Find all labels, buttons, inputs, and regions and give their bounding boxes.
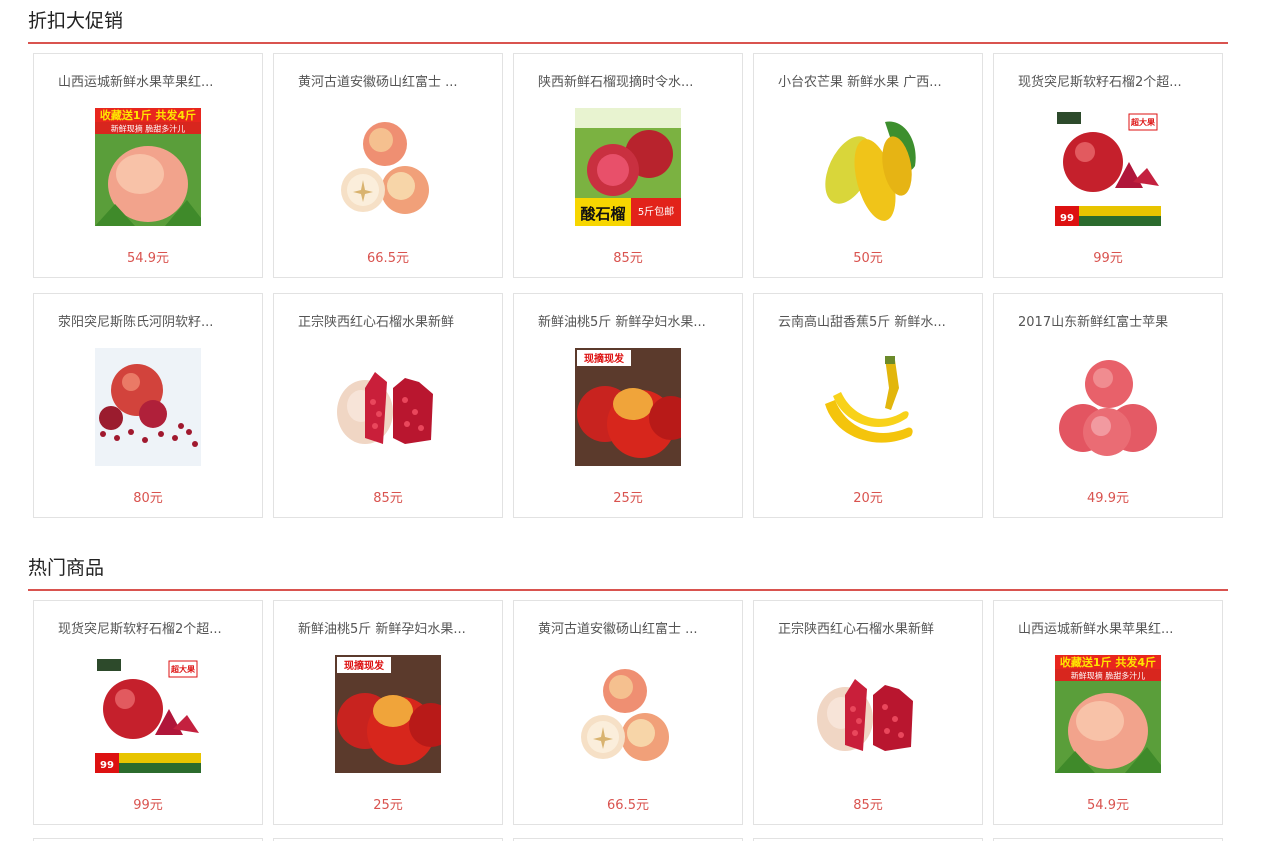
product-price: 80元: [133, 491, 163, 506]
product-price: 49.9元: [1087, 491, 1129, 506]
product-image[interactable]: [575, 655, 681, 773]
svg-text:酸石榴: 酸石榴: [580, 205, 625, 223]
svg-text:99: 99: [100, 760, 114, 771]
svg-text:99: 99: [1060, 213, 1074, 224]
product-price: 99元: [133, 798, 163, 813]
product-name[interactable]: 现货突尼斯软籽石榴2个超...: [1018, 71, 1208, 90]
product-image[interactable]: [335, 108, 441, 226]
product-card[interactable]: 陕西新鲜石榴现摘时令水... 酸石榴 5斤包邮 85元: [513, 53, 743, 278]
product-image[interactable]: 超大果 99: [1055, 108, 1161, 226]
svg-text:新鲜现摘 脆甜多汁儿: 新鲜现摘 脆甜多汁儿: [1071, 671, 1146, 681]
product-image[interactable]: 酸石榴 5斤包邮: [575, 108, 681, 226]
svg-text:现摘现发: 现摘现发: [584, 352, 625, 365]
product-card[interactable]: 正宗陕西红心石榴水果新鲜 85元: [753, 600, 983, 825]
product-card[interactable]: 小台农芒果 新鲜水果 广西... 50元: [753, 53, 983, 278]
product-name[interactable]: 2017山东新鲜红富士苹果: [1018, 311, 1208, 330]
discount-section: 折扣大促销: [28, 0, 1228, 44]
product-image[interactable]: 现摘现发: [335, 655, 441, 773]
product-image[interactable]: [1055, 348, 1161, 466]
product-name[interactable]: 现货突尼斯软籽石榴2个超...: [58, 618, 248, 637]
product-name[interactable]: 新鲜油桃5斤 新鲜孕妇水果...: [298, 618, 488, 637]
hot-section-header: 热门商品: [28, 547, 1228, 591]
product-card[interactable]: 荥阳突尼斯陈氏河阴软籽... 80元: [33, 293, 263, 518]
svg-text:超大果: 超大果: [170, 664, 195, 674]
product-name[interactable]: 正宗陕西红心石榴水果新鲜: [298, 311, 488, 330]
product-price: 66.5元: [367, 251, 409, 266]
section-title: 热门商品: [28, 557, 105, 579]
product-price: 25元: [613, 491, 643, 506]
product-name[interactable]: 黄河古道安徽砀山红富士 ...: [298, 71, 488, 90]
product-image[interactable]: [95, 348, 201, 466]
product-card[interactable]: 黄河古道安徽砀山红富士 ... 66.5元: [273, 53, 503, 278]
product-card[interactable]: 2017山东新鲜红富士苹果 49.9元: [993, 293, 1223, 518]
product-card[interactable]: 山西运城新鲜水果苹果红... 收藏送1斤 共发4斤 新鲜现摘 脆甜多汁儿 54.…: [993, 600, 1223, 825]
svg-text:收藏送1斤 共发4斤: 收藏送1斤 共发4斤: [1060, 655, 1156, 669]
product-card[interactable]: 山西运城新鲜水果苹果红... 收藏送1斤 共发4斤 新鲜现摘 脆甜多汁儿 54.…: [33, 53, 263, 278]
product-name[interactable]: 黄河古道安徽砀山红富士 ...: [538, 618, 728, 637]
product-image[interactable]: 收藏送1斤 共发4斤 新鲜现摘 脆甜多汁儿: [95, 108, 201, 226]
product-image[interactable]: [815, 655, 921, 773]
hot-section: 热门商品: [28, 547, 1228, 591]
section-title: 折扣大促销: [28, 10, 124, 32]
product-price: 54.9元: [127, 251, 169, 266]
product-card[interactable]: 云南高山甜香蕉5斤 新鲜水... 20元: [753, 293, 983, 518]
product-image[interactable]: 现摘现发: [575, 348, 681, 466]
product-price: 66.5元: [607, 798, 649, 813]
product-image[interactable]: [815, 108, 921, 226]
svg-text:现摘现发: 现摘现发: [344, 659, 385, 672]
svg-text:超大果: 超大果: [1130, 117, 1155, 127]
product-card[interactable]: 黄河古道安徽砀山红富士 ... 66.5元: [513, 600, 743, 825]
product-price: 85元: [613, 251, 643, 266]
product-name[interactable]: 山西运城新鲜水果苹果红...: [58, 71, 248, 90]
svg-text:5斤包邮: 5斤包邮: [638, 205, 674, 218]
product-name[interactable]: 云南高山甜香蕉5斤 新鲜水...: [778, 311, 968, 330]
product-name[interactable]: 新鲜油桃5斤 新鲜孕妇水果...: [538, 311, 728, 330]
product-name[interactable]: 陕西新鲜石榴现摘时令水...: [538, 71, 728, 90]
svg-text:收藏送1斤 共发4斤: 收藏送1斤 共发4斤: [100, 108, 196, 122]
product-price: 85元: [853, 798, 883, 813]
product-name[interactable]: 小台农芒果 新鲜水果 广西...: [778, 71, 968, 90]
product-name[interactable]: 山西运城新鲜水果苹果红...: [1018, 618, 1208, 637]
product-price: 54.9元: [1087, 798, 1129, 813]
product-card[interactable]: 正宗陕西红心石榴水果新鲜 85元: [273, 293, 503, 518]
product-card[interactable]: 现货突尼斯软籽石榴2个超... 超大果 99 99元: [993, 53, 1223, 278]
product-name[interactable]: 正宗陕西红心石榴水果新鲜: [778, 618, 968, 637]
product-price: 20元: [853, 491, 883, 506]
product-card[interactable]: 新鲜油桃5斤 新鲜孕妇水果... 现摘现发 25元: [513, 293, 743, 518]
product-price: 99元: [1093, 251, 1123, 266]
product-image[interactable]: [335, 348, 441, 466]
svg-text:新鲜现摘 脆甜多汁儿: 新鲜现摘 脆甜多汁儿: [111, 124, 186, 134]
product-image[interactable]: [815, 348, 921, 466]
product-card[interactable]: 现货突尼斯软籽石榴2个超... 超大果 99 99元: [33, 600, 263, 825]
product-price: 50元: [853, 251, 883, 266]
discount-section-header: 折扣大促销: [28, 0, 1228, 44]
product-price: 25元: [373, 798, 403, 813]
product-card[interactable]: 新鲜油桃5斤 新鲜孕妇水果... 现摘现发 25元: [273, 600, 503, 825]
product-name[interactable]: 荥阳突尼斯陈氏河阴软籽...: [58, 311, 248, 330]
product-price: 85元: [373, 491, 403, 506]
product-image[interactable]: 超大果 99: [95, 655, 201, 773]
product-image[interactable]: 收藏送1斤 共发4斤 新鲜现摘 脆甜多汁儿: [1055, 655, 1161, 773]
